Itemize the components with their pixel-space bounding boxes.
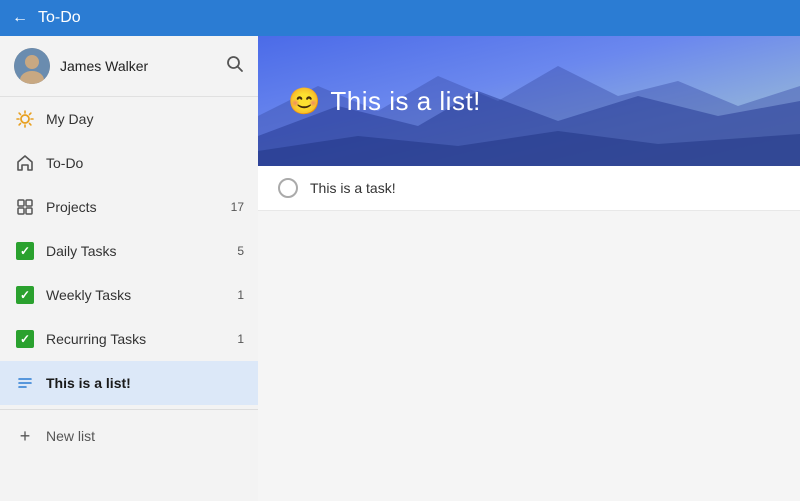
new-list-label: New list [46,428,95,444]
sidebar-item-daily-tasks[interactable]: Daily Tasks 5 [0,229,258,273]
weekly-tasks-icon [14,284,36,306]
sidebar-item-recurring-tasks[interactable]: Recurring Tasks 1 [0,317,258,361]
list-header-icon: 😊 [288,86,320,117]
task-text: This is a task! [310,180,396,196]
main-container: James Walker [0,36,800,501]
sidebar-item-this-is-a-list-label: This is a list! [46,375,244,391]
sidebar-item-projects-label: Projects [46,199,231,215]
back-button[interactable]: ← [12,9,28,27]
sidebar-item-daily-tasks-count: 5 [237,244,244,258]
sidebar-item-projects[interactable]: Projects 17 [0,185,258,229]
tasks-area: This is a task! [258,166,800,501]
app-title: To-Do [38,9,81,27]
task-item[interactable]: This is a task! [258,166,800,211]
content-area: 😊 This is a list! This is a task! [258,36,800,501]
sidebar: James Walker [0,36,258,501]
titlebar: ← To-Do [0,0,800,36]
sidebar-item-my-day[interactable]: My Day [0,97,258,141]
sidebar-item-this-is-a-list[interactable]: This is a list! [0,361,258,405]
sidebar-item-recurring-tasks-label: Recurring Tasks [46,331,237,347]
sidebar-item-recurring-tasks-count: 1 [237,332,244,346]
list-header: 😊 This is a list! [258,36,800,166]
user-header: James Walker [0,36,258,97]
sidebar-divider [0,409,258,410]
grid-icon [14,196,36,218]
sidebar-item-my-day-label: My Day [46,111,244,127]
avatar [14,48,50,84]
new-list-button[interactable]: + New list [0,414,258,458]
plus-icon: + [14,425,36,447]
sidebar-item-projects-count: 17 [231,200,244,214]
daily-tasks-icon [14,240,36,262]
sidebar-item-weekly-tasks[interactable]: Weekly Tasks 1 [0,273,258,317]
sidebar-item-daily-tasks-label: Daily Tasks [46,243,237,259]
sun-icon [14,108,36,130]
task-complete-circle[interactable] [278,178,298,198]
username: James Walker [60,58,226,74]
search-button[interactable] [226,55,244,78]
recurring-tasks-icon [14,328,36,350]
list-icon [14,372,36,394]
list-header-title: This is a list! [330,86,481,117]
sidebar-item-weekly-tasks-count: 1 [237,288,244,302]
home-icon [14,152,36,174]
sidebar-item-to-do-label: To-Do [46,155,244,171]
sidebar-item-to-do[interactable]: To-Do [0,141,258,185]
sidebar-item-weekly-tasks-label: Weekly Tasks [46,287,237,303]
